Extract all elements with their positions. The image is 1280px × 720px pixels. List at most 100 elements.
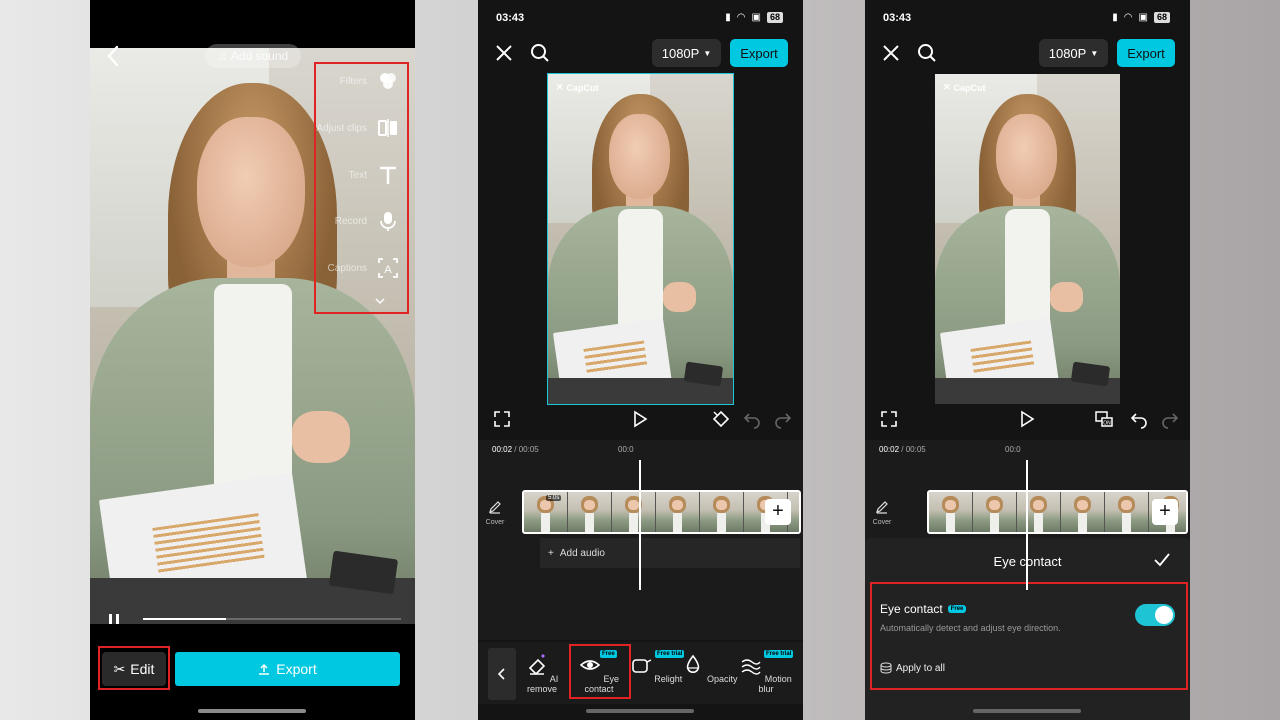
video-clip[interactable]: 5.0s: [522, 490, 801, 534]
search-icon[interactable]: [530, 43, 550, 63]
timecode-total: / 00:05: [901, 445, 926, 454]
resolution-label: 1080P: [1048, 45, 1087, 61]
nfc-icon: ▣: [1138, 12, 1148, 23]
playhead[interactable]: [1026, 460, 1028, 590]
highlight-box-eye-contact-settings: [870, 582, 1188, 690]
vibrate-icon: ▮: [1112, 12, 1118, 23]
video-clip[interactable]: [927, 490, 1188, 534]
capcut-watermark: ✕ CapCut: [556, 82, 599, 93]
search-icon[interactable]: [917, 43, 937, 63]
timeline[interactable]: 00:02 / 00:05 00:0 Cover 5.0s + + Add au…: [478, 440, 803, 640]
home-indicator: [586, 709, 694, 713]
redo-icon[interactable]: [1160, 409, 1180, 429]
resolution-select[interactable]: 1080P ▼: [652, 39, 721, 67]
fullscreen-icon[interactable]: [492, 409, 512, 429]
free-trial-badge: Free trial: [655, 650, 685, 658]
free-trial-badge: Free trial: [764, 650, 794, 658]
chevron-left-icon: [497, 668, 505, 680]
timecode: 00:02 / 00:05: [492, 445, 539, 454]
home-indicator: [198, 709, 306, 713]
clip-duration: 5.0s: [546, 495, 562, 501]
compare-on-icon[interactable]: ON: [1094, 409, 1114, 429]
status-time: 03:43: [496, 12, 525, 24]
export-button[interactable]: Export: [1117, 39, 1175, 67]
wifi-icon: ◠: [736, 12, 746, 23]
add-audio-label: Add audio: [559, 547, 605, 559]
opacity-icon: [687, 654, 700, 673]
bottom-toolbar: AI remove Free Eye contact Free trial Re…: [478, 642, 803, 704]
video-preview[interactable]: ✕ CapCut: [547, 73, 734, 405]
play-icon[interactable]: [630, 409, 650, 429]
capcut-watermark: ✕ CapCut: [943, 82, 986, 93]
back-arrow-icon[interactable]: [104, 44, 124, 68]
ai-remove-icon: [528, 654, 545, 676]
fullscreen-icon[interactable]: [879, 409, 899, 429]
toolbar-back-button[interactable]: [488, 648, 516, 700]
add-clip-button[interactable]: +: [1152, 499, 1178, 525]
pencil-icon: [489, 501, 501, 514]
tool-opacity[interactable]: Opacity: [681, 650, 739, 684]
playhead[interactable]: [639, 460, 641, 590]
resolution-select[interactable]: 1080P ▼: [1039, 39, 1108, 67]
music-note-icon: ♫: [217, 49, 227, 63]
playback-controls: ON: [865, 405, 1190, 433]
caret-down-icon: ▼: [1090, 48, 1099, 58]
resolution-label: 1080P: [661, 45, 700, 61]
undo-icon[interactable]: [1129, 409, 1149, 429]
capcut-logo-icon: ✕: [556, 82, 564, 92]
play-icon[interactable]: [1017, 409, 1037, 429]
video-preview[interactable]: ✕ CapCut: [935, 74, 1120, 404]
tool-motion-blur[interactable]: Free trial Motion blur: [736, 650, 796, 694]
home-indicator: [973, 709, 1081, 713]
caret-down-icon: ▼: [703, 48, 712, 58]
highlight-box-edit: [98, 646, 170, 690]
capcut-logo-icon: ✕: [943, 82, 951, 92]
plus-icon: +: [548, 547, 554, 559]
highlight-box-tools: [314, 62, 409, 314]
cover-button[interactable]: Cover: [484, 500, 506, 526]
keyframe-icon[interactable]: [711, 409, 731, 429]
vibrate-icon: ▮: [725, 12, 731, 23]
tick-label: 00:0: [618, 445, 634, 454]
timecode: 00:02 / 00:05: [879, 445, 926, 454]
timecode-current: 00:02: [492, 445, 513, 454]
add-sound-button[interactable]: ♫ Add sound: [205, 44, 301, 68]
watermark-label: CapCut: [953, 82, 986, 93]
cover-button[interactable]: Cover: [871, 500, 893, 526]
pencil-icon: [876, 501, 888, 514]
add-clip-button[interactable]: +: [765, 499, 791, 525]
watermark-label: CapCut: [566, 82, 599, 93]
add-audio-button[interactable]: + Add audio: [540, 538, 800, 568]
redo-icon[interactable]: [773, 409, 793, 429]
phone-panel-preview: ♫ Add sound Filters Adjust clips Text Re…: [90, 0, 415, 720]
export-button[interactable]: Export: [730, 39, 788, 67]
nfc-icon: ▣: [751, 12, 761, 23]
undo-icon[interactable]: [742, 409, 762, 429]
tick-label: 00:0: [1005, 445, 1021, 454]
phone-panel-eye-contact: 03:43 ▮ ◠ ▣ 68 1080P ▼ Export ✕ CapCut O…: [865, 0, 1190, 720]
add-sound-label: Add sound: [230, 49, 289, 63]
cover-label: Cover: [485, 519, 505, 526]
battery-level: 68: [1153, 12, 1170, 23]
tool-ai-remove[interactable]: AI remove: [513, 650, 571, 694]
tool-relight[interactable]: Free trial Relight: [627, 650, 685, 684]
wifi-icon: ◠: [1123, 12, 1133, 23]
timecode-total: / 00:05: [514, 445, 539, 454]
battery-level: 68: [766, 12, 783, 23]
status-time: 03:43: [883, 12, 912, 24]
status-icons: ▮ ◠ ▣ 68: [1112, 12, 1170, 23]
phone-panel-editor: 03:43 ▮ ◠ ▣ 68 1080P ▼ Export ✕ CapCut 0…: [478, 0, 803, 720]
svg-text:ON: ON: [1103, 421, 1111, 427]
check-icon[interactable]: [1152, 550, 1172, 570]
timecode-current: 00:02: [879, 445, 900, 454]
playback-controls: [478, 405, 803, 433]
upload-icon: [259, 663, 270, 675]
close-icon[interactable]: [881, 43, 901, 63]
playback-progress[interactable]: [143, 618, 401, 620]
close-icon[interactable]: [494, 43, 514, 63]
highlight-box-eye-contact: [569, 644, 631, 699]
relight-icon: [631, 659, 652, 673]
motion-blur-icon: [741, 659, 761, 675]
export-button[interactable]: Export: [175, 652, 400, 686]
export-label: Export: [276, 661, 317, 677]
